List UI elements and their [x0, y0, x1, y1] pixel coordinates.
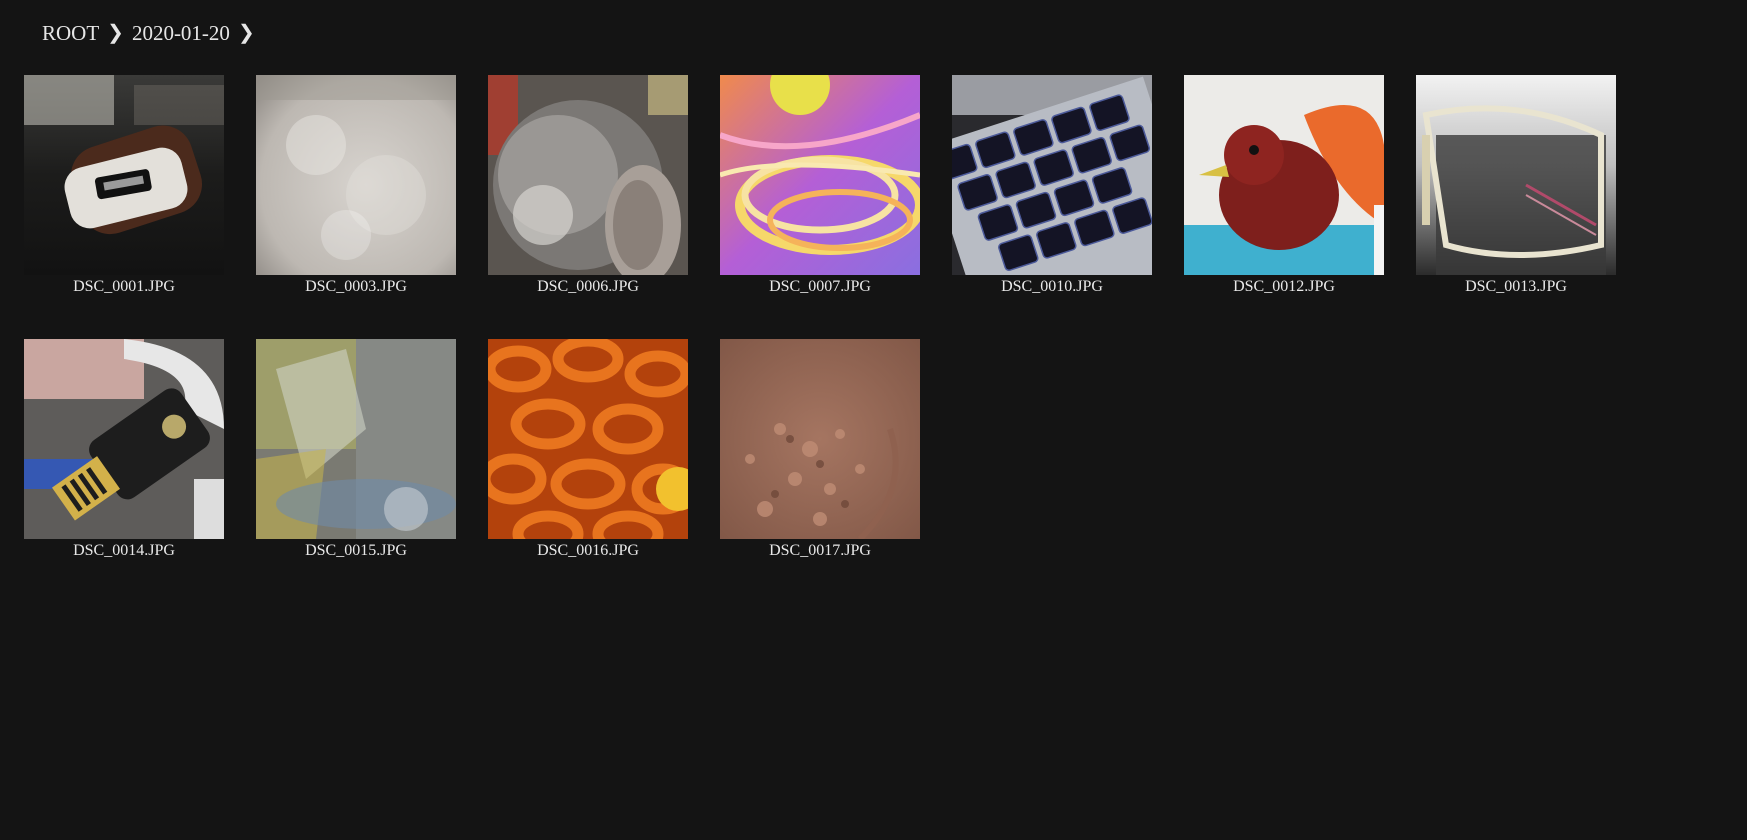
gallery-item[interactable]: DSC_0007.JPG — [720, 75, 920, 298]
gallery-item[interactable]: DSC_0012.JPG — [1184, 75, 1384, 298]
thumbnail-caption[interactable]: DSC_0014.JPG — [24, 540, 224, 562]
thumbnail-caption[interactable]: DSC_0003.JPG — [256, 276, 456, 298]
thumbnail-image[interactable] — [256, 339, 456, 539]
thumbnail-image[interactable] — [256, 75, 456, 275]
thumbnail-grid: DSC_0001.JPG DSC_0003.JPG DSC_0006.JPG D… — [24, 75, 1724, 562]
chevron-right-icon: ❯ — [237, 22, 255, 44]
thumbnail-image[interactable] — [24, 339, 224, 539]
thumbnail-image[interactable] — [1416, 75, 1616, 275]
thumbnail-caption[interactable]: DSC_0007.JPG — [720, 276, 920, 298]
thumbnail-caption[interactable]: DSC_0017.JPG — [720, 540, 920, 562]
thumbnail-caption[interactable]: DSC_0015.JPG — [256, 540, 456, 562]
thumbnail-caption[interactable]: DSC_0006.JPG — [488, 276, 688, 298]
gallery-item[interactable]: DSC_0010.JPG — [952, 75, 1152, 298]
gallery-item[interactable]: DSC_0003.JPG — [256, 75, 456, 298]
thumbnail-caption[interactable]: DSC_0016.JPG — [488, 540, 688, 562]
breadcrumb-root[interactable]: ROOT — [42, 18, 99, 48]
breadcrumb-folder[interactable]: 2020-01-20 — [132, 18, 230, 48]
thumbnail-image[interactable] — [720, 75, 920, 275]
gallery-item[interactable]: DSC_0014.JPG — [24, 339, 224, 562]
thumbnail-caption[interactable]: DSC_0001.JPG — [24, 276, 224, 298]
thumbnail-image[interactable] — [488, 75, 688, 275]
gallery-item[interactable]: DSC_0016.JPG — [488, 339, 688, 562]
gallery-item[interactable]: DSC_0006.JPG — [488, 75, 688, 298]
gallery-item[interactable]: DSC_0015.JPG — [256, 339, 456, 562]
chevron-right-icon: ❯ — [107, 22, 124, 44]
thumbnail-caption[interactable]: DSC_0010.JPG — [952, 276, 1152, 298]
thumbnail-image[interactable] — [1184, 75, 1384, 275]
thumbnail-caption[interactable]: DSC_0012.JPG — [1184, 276, 1384, 298]
thumbnail-image[interactable] — [952, 75, 1152, 275]
breadcrumb: ROOT ❯ 2020-01-20 ❯ — [42, 18, 255, 48]
gallery-item[interactable]: DSC_0013.JPG — [1416, 75, 1616, 298]
thumbnail-caption[interactable]: DSC_0013.JPG — [1416, 276, 1616, 298]
thumbnail-image[interactable] — [24, 75, 224, 275]
thumbnail-image[interactable] — [720, 339, 920, 539]
gallery-item[interactable]: DSC_0001.JPG — [24, 75, 224, 298]
thumbnail-image[interactable] — [488, 339, 688, 539]
gallery-item[interactable]: DSC_0017.JPG — [720, 339, 920, 562]
